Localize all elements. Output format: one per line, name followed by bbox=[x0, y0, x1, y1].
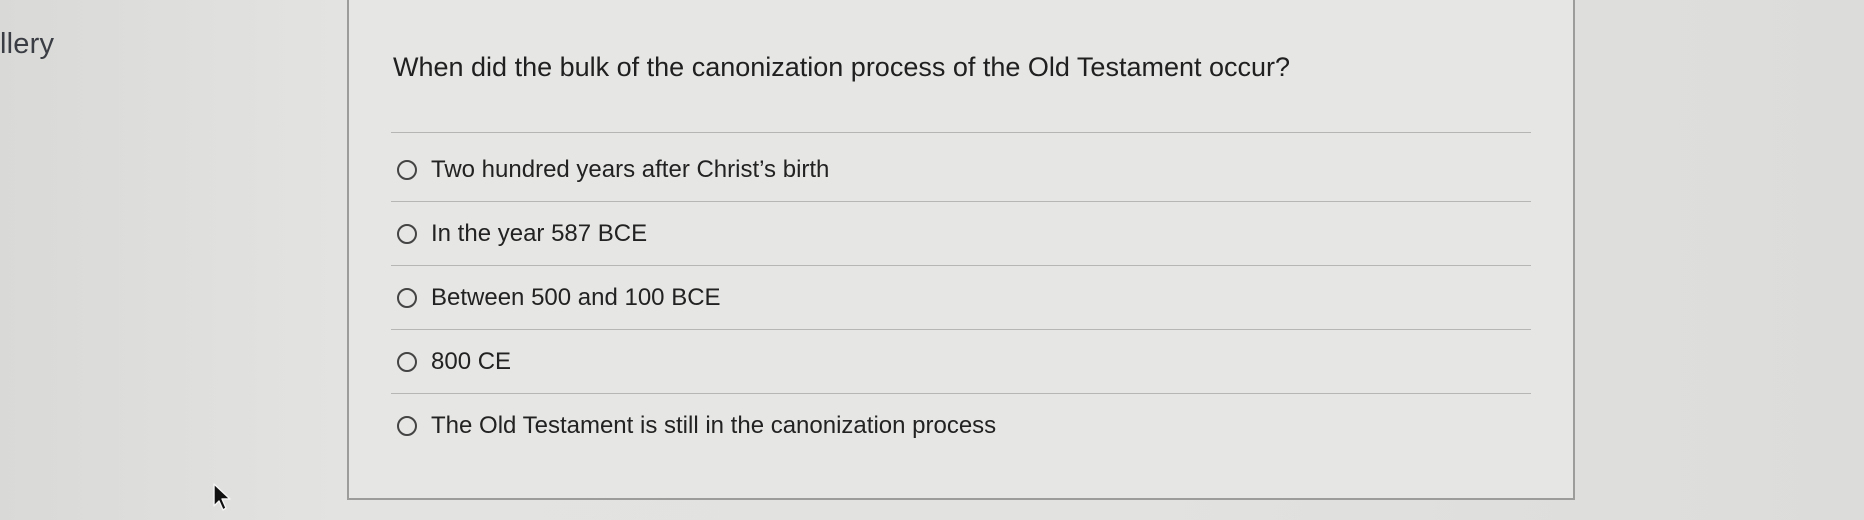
answer-option-label: Between 500 and 100 BCE bbox=[431, 283, 721, 311]
answer-option-3[interactable]: Between 500 and 100 BCE bbox=[391, 266, 1531, 330]
question-card: When did the bulk of the canonization pr… bbox=[347, 0, 1575, 500]
radio-button[interactable] bbox=[397, 223, 417, 244]
sidebar-label[interactable]: llery bbox=[0, 28, 54, 61]
radio-button[interactable] bbox=[397, 159, 417, 180]
answer-option-5[interactable]: The Old Testament is still in the canoni… bbox=[391, 394, 1531, 458]
answer-option-label: In the year 587 BCE bbox=[431, 219, 648, 247]
radio-button[interactable] bbox=[397, 287, 417, 308]
answer-option-4[interactable]: 800 CE bbox=[391, 330, 1531, 394]
mouse-pointer-icon bbox=[213, 483, 231, 511]
answer-option-2[interactable]: In the year 587 BCE bbox=[391, 202, 1531, 266]
divider bbox=[391, 132, 1531, 133]
question-text: When did the bulk of the canonization pr… bbox=[393, 52, 1291, 82]
answer-option-label: The Old Testament is still in the canoni… bbox=[431, 412, 997, 439]
radio-button[interactable] bbox=[397, 416, 417, 436]
answer-option-label: 800 CE bbox=[431, 347, 512, 375]
radio-button[interactable] bbox=[397, 351, 417, 372]
answer-option-1[interactable]: Two hundred years after Christ’s birth bbox=[391, 138, 1531, 202]
answer-options: Two hundred years after Christ’s birth I… bbox=[391, 138, 1531, 458]
answer-option-label: Two hundred years after Christ’s birth bbox=[431, 155, 830, 183]
